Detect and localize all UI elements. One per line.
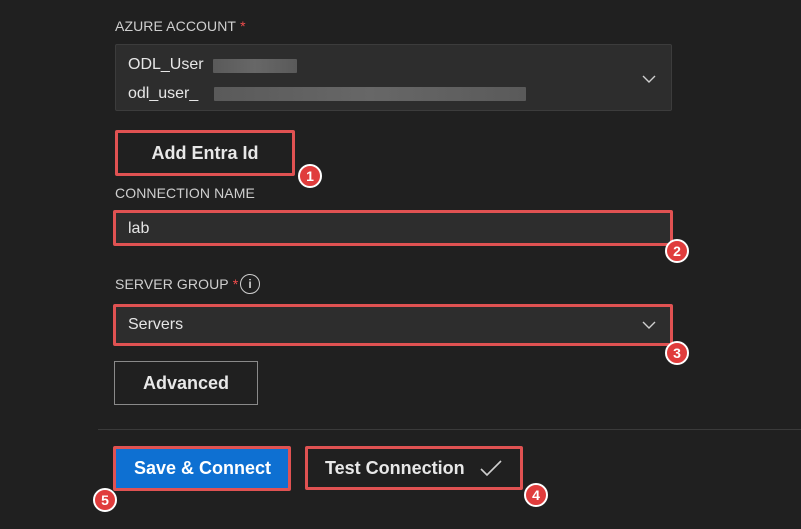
- add-entra-id-label: Add Entra Id: [151, 142, 259, 163]
- server-group-label: SERVER GROUP *: [115, 276, 238, 292]
- callout-badge-5: 5: [93, 488, 117, 512]
- server-group-select[interactable]: Servers: [115, 306, 672, 344]
- callout-badge-3: 3: [665, 341, 689, 365]
- footer-divider: [98, 429, 801, 430]
- azure-account-label: AZURE ACCOUNT *: [115, 18, 246, 34]
- chevron-down-icon: [642, 321, 656, 329]
- azure-account-label-text: AZURE ACCOUNT: [115, 18, 237, 34]
- advanced-button[interactable]: Advanced: [114, 361, 258, 405]
- server-group-value: Servers: [128, 316, 184, 333]
- account-email: odl_user_: [128, 85, 199, 102]
- callout-badge-2: 2: [665, 239, 689, 263]
- checkmark-icon: [480, 460, 502, 477]
- connection-name-value: lab: [128, 220, 150, 237]
- advanced-label: Advanced: [142, 372, 230, 393]
- redacted-email: [214, 87, 526, 101]
- connection-name-label: CONNECTION NAME: [115, 185, 255, 201]
- callout-badge-4: 4: [524, 483, 548, 507]
- save-connect-label: Save & Connect: [133, 457, 272, 478]
- test-connection-button[interactable]: Test Connection: [305, 446, 523, 490]
- redacted-name: [213, 59, 297, 73]
- info-icon[interactable]: i: [240, 274, 260, 294]
- chevron-down-icon: [642, 75, 656, 83]
- callout-badge-1: 1: [298, 164, 322, 188]
- save-connect-button[interactable]: Save & Connect: [115, 447, 290, 489]
- test-connection-label: Test Connection: [325, 457, 465, 478]
- connection-name-input[interactable]: lab: [115, 212, 672, 245]
- required-marker: *: [232, 276, 239, 292]
- required-marker: *: [240, 18, 246, 34]
- account-display-name: ODL_User: [128, 56, 204, 73]
- azure-account-select[interactable]: ODL_User odl_user_: [115, 44, 672, 111]
- server-group-label-text: SERVER GROUP: [115, 276, 229, 292]
- add-entra-id-button[interactable]: Add Entra Id: [115, 130, 295, 176]
